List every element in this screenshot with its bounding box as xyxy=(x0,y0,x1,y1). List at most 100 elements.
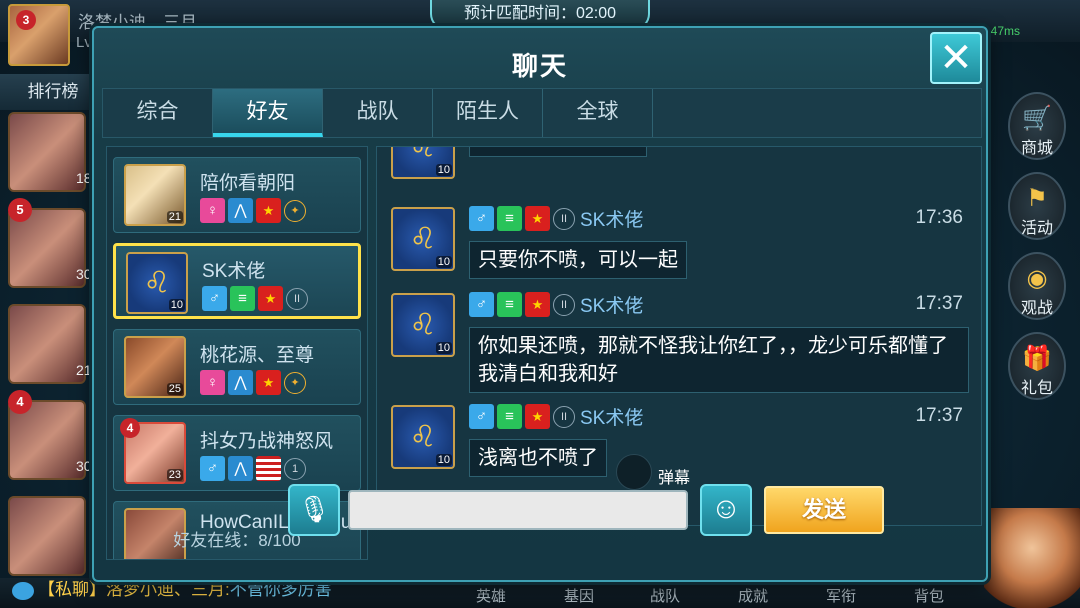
background-hero-level: 30 xyxy=(76,458,92,474)
right-menu-gift[interactable]: 🎁 礼包 xyxy=(1008,332,1066,400)
background-hero-badge: 5 xyxy=(8,198,32,222)
leaderboard-tab[interactable]: 排行榜 xyxy=(0,74,106,110)
shop-cart-icon: 🛒 xyxy=(1022,105,1052,132)
chat-input[interactable] xyxy=(348,490,688,530)
friend-list-item[interactable]: 21 陪你看朝阳 ♀ ⋀ ★ ✦ xyxy=(113,157,361,233)
friend-badges: ♂ ⋀ 1 xyxy=(200,456,309,482)
voice-button[interactable]: 🎙 xyxy=(288,484,340,536)
tab-4[interactable]: 全球 xyxy=(543,89,653,137)
bottom-nav-item[interactable]: 背包 xyxy=(914,585,944,606)
lion-emblem-icon: ♌ xyxy=(143,266,171,300)
chat-bubble-icon xyxy=(12,581,34,600)
bottom-nav-item[interactable]: 成就 xyxy=(738,585,768,606)
class-icon: ≡ xyxy=(230,286,255,311)
friend-avatar: 23 4 xyxy=(120,418,186,484)
friend-name: 抖女乃战神怒风 xyxy=(200,431,334,452)
rank-icon: II xyxy=(286,287,308,310)
class-icon: ≡ xyxy=(497,206,522,231)
private-sender: 洛梦小迪、三月: xyxy=(106,580,230,599)
message-sender[interactable]: SK术佬 xyxy=(580,205,643,232)
right-menu-shop-cart[interactable]: 🛒 商城 xyxy=(1008,92,1066,160)
friend-level: 23 xyxy=(166,469,183,481)
friend-badges: ♂ ≡ ★ II xyxy=(202,286,311,312)
player-avatar[interactable]: 3 xyxy=(8,4,70,66)
message-time: 17:37 xyxy=(915,405,963,426)
tab-1[interactable]: 好友 xyxy=(213,89,323,137)
bottom-nav-item[interactable]: 基因 xyxy=(564,585,594,606)
flag-icon: ⚑ xyxy=(1026,185,1048,212)
close-icon: ✕ xyxy=(939,36,973,80)
sender-avatar[interactable]: ♌ 10 xyxy=(391,405,455,469)
background-hero-level: 18 xyxy=(76,170,92,186)
message-sender[interactable]: SK术佬 xyxy=(580,291,643,318)
message-meta: ♂ ≡ ★ II SK术佬 xyxy=(469,291,643,319)
class-icon: ⋀ xyxy=(228,456,253,481)
message-bubble: 只要你不喷，可以一起 xyxy=(469,241,687,279)
class-icon: ⋀ xyxy=(228,198,253,223)
right-menu-eye[interactable]: ◉ 观战 xyxy=(1008,252,1066,320)
rank-icon: ✦ xyxy=(284,199,306,222)
gift-icon: 🎁 xyxy=(1022,345,1052,372)
message-bubble: 浅离也不喷了 xyxy=(469,439,607,477)
tab-0[interactable]: 综合 xyxy=(103,89,213,137)
background-hero-card xyxy=(8,304,86,384)
male-icon: ♂ xyxy=(200,456,225,481)
friend-name: 陪你看朝阳 xyxy=(200,173,296,194)
rank-icon: II xyxy=(553,207,575,230)
lion-emblem-icon: ♌ xyxy=(409,420,437,454)
flag-cn-icon: ★ xyxy=(256,370,281,395)
right-menu-flag[interactable]: ⚑ 活动 xyxy=(1008,172,1066,240)
send-button[interactable]: 发送 xyxy=(764,486,884,534)
right-menu-label: 观战 xyxy=(1020,300,1053,317)
friend-list-item[interactable]: 23 4 抖女乃战神怒风 ♂ ⋀ 1 xyxy=(113,415,361,491)
private-tag: 【私聊】 xyxy=(38,580,106,599)
tab-2[interactable]: 战队 xyxy=(323,89,433,137)
ping-indicator: 47ms xyxy=(990,24,1020,38)
friend-list-item[interactable]: 25 桃花源、至尊 ♀ ⋀ ★ ✦ xyxy=(113,329,361,405)
friend-list-item[interactable]: ♌ 10 SK术佬 ♂ ≡ ★ II xyxy=(113,243,361,319)
background-hero-level: 21 xyxy=(76,362,92,378)
rank-icon: II xyxy=(553,293,575,316)
background-hero-level: 30 xyxy=(76,266,92,282)
sender-avatar[interactable]: ♌ 10 xyxy=(391,207,455,271)
friend-badges: ♀ ⋀ ★ ✦ xyxy=(200,198,309,224)
emoji-button[interactable]: ☺ xyxy=(700,484,752,536)
flag-cn-icon: ★ xyxy=(258,286,283,311)
background-hero-card xyxy=(8,112,86,192)
eye-icon: ◉ xyxy=(1026,265,1048,292)
rank-icon: 1 xyxy=(284,457,306,480)
flag-cn-icon: ★ xyxy=(525,292,550,317)
male-icon: ♂ xyxy=(202,286,227,311)
friend-level: 10 xyxy=(168,299,185,311)
corner-hero-portrait[interactable] xyxy=(984,508,1080,608)
background-hero-card xyxy=(8,496,86,576)
bottom-nav-item[interactable]: 英雄 xyxy=(476,585,506,606)
message-bubble: 我们可以好好相处 xyxy=(469,147,647,157)
male-icon: ♂ xyxy=(469,292,494,317)
lion-emblem-icon: ♌ xyxy=(409,222,437,256)
message-sender[interactable]: SK术佬 xyxy=(580,403,643,430)
danmu-label: 弹幕 xyxy=(658,470,691,487)
friend-notification-badge: 4 xyxy=(120,418,140,438)
chat-title: 聊天 xyxy=(511,51,568,81)
background-hero-list: 18 30 5 21 30 4 xyxy=(0,112,104,576)
sender-avatar[interactable]: ♌ 10 xyxy=(391,293,455,357)
tab-3[interactable]: 陌生人 xyxy=(433,89,543,137)
class-icon: ≡ xyxy=(497,292,522,317)
sender-level: 10 xyxy=(435,342,452,354)
microphone-icon: 🎙 xyxy=(297,494,331,524)
message-meta: ♂ ≡ ★ II SK术佬 xyxy=(469,205,643,233)
bottom-nav-item[interactable]: 战队 xyxy=(650,585,680,606)
smiley-icon: ☺ xyxy=(710,492,742,525)
lion-emblem-icon: ♌ xyxy=(409,146,437,164)
class-icon: ≡ xyxy=(497,404,522,429)
sender-level: 10 xyxy=(435,454,452,466)
friend-name: 桃花源、至尊 xyxy=(200,345,315,366)
close-button[interactable]: ✕ xyxy=(930,32,982,84)
sender-avatar[interactable]: ♌ 10 xyxy=(391,146,455,179)
male-icon: ♂ xyxy=(469,206,494,231)
danmu-toggle-button[interactable] xyxy=(616,454,652,490)
lion-emblem-icon: ♌ xyxy=(409,308,437,342)
rank-icon: II xyxy=(553,405,575,428)
bottom-nav-item[interactable]: 军衔 xyxy=(826,585,856,606)
